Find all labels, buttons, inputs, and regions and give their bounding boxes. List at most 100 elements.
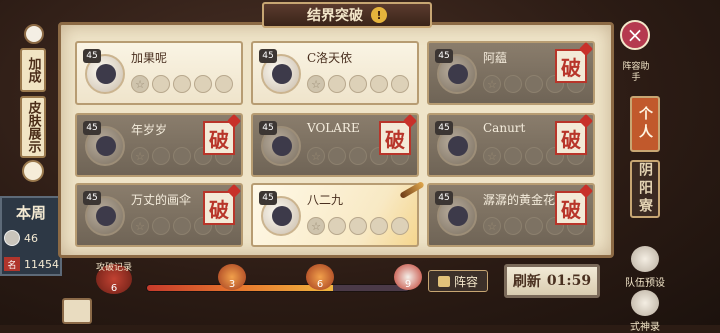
empty-slot: [152, 75, 170, 93]
lineup-lock-button[interactable]: 阵容: [428, 270, 488, 292]
mask-icon: [24, 24, 44, 44]
empty-slot: [328, 75, 346, 93]
lock-icon: [437, 275, 450, 287]
avatar-face: [272, 136, 292, 156]
empty-slot: [391, 217, 409, 235]
page-title: 结界突破 !: [262, 2, 432, 28]
coin-row: 46: [4, 228, 60, 248]
empty-slot: [525, 147, 543, 165]
avatar-face: [96, 206, 116, 226]
swirl-icon[interactable]: [22, 160, 44, 182]
empty-slot: [370, 217, 388, 235]
avatar-face: [448, 136, 468, 156]
level-badge: 45: [83, 191, 101, 205]
opponent-card[interactable]: 45 C洛天依 ☆: [251, 41, 419, 105]
player-name: C洛天依: [307, 51, 353, 65]
close-button[interactable]: ×: [620, 20, 650, 50]
opponent-card[interactable]: 45 潺潺的黄金花 ☆ 破: [427, 183, 595, 247]
coin-icon: [4, 230, 20, 246]
level-badge: 45: [83, 49, 101, 63]
opponent-grid: 45 加果呢 ☆ 45 C洛天依 ☆ 45 阿藴 ☆ 破 45 年岁岁 ☆ 破 45 VOLARE ☆ 破 45 Ca…: [58, 22, 614, 258]
empty-slot: [215, 75, 233, 93]
empty-slot: [349, 147, 367, 165]
level-badge: 45: [259, 121, 277, 135]
avatar-face: [448, 64, 468, 84]
empty-slot: [194, 75, 212, 93]
empty-slot: [525, 75, 543, 93]
opponent-card[interactable]: 45 Canurt ☆ 破: [427, 113, 595, 177]
shikigami-record-button[interactable]: 式神录: [620, 290, 670, 333]
level-badge: 45: [435, 49, 453, 63]
rank-icon: 名: [4, 257, 20, 271]
refresh-timer: 01:59: [546, 273, 592, 289]
milestone-count: 9: [404, 279, 412, 290]
break-record[interactable]: 6 攻破记录: [92, 263, 136, 298]
star-icon: ☆: [307, 75, 325, 93]
empty-slot: [349, 75, 367, 93]
rank-value: 11454: [24, 257, 59, 271]
tab-personal[interactable]: 个人: [630, 96, 660, 152]
level-badge: 45: [435, 191, 453, 205]
player-name: Canurt: [483, 121, 526, 135]
star-icon: ☆: [483, 217, 501, 235]
lineup-helper-button[interactable]: 阵容助手: [620, 62, 652, 84]
empty-slot: [173, 75, 191, 93]
po-stamp-icon: 破: [555, 191, 587, 225]
star-icon: ☆: [307, 147, 325, 165]
refresh-button[interactable]: 刷新 01:59: [504, 264, 600, 298]
alert-icon[interactable]: !: [371, 7, 387, 23]
team-preset-icon: [631, 246, 659, 272]
opponent-card[interactable]: 45 VOLARE ☆ 破: [251, 113, 419, 177]
star-icon: ☆: [131, 217, 149, 235]
milestone-reward[interactable]: 3: [216, 264, 248, 298]
reward-icon: 6: [306, 264, 334, 290]
empty-slot: [370, 75, 388, 93]
tab-guild[interactable]: 阴阳寮: [630, 160, 660, 218]
milestone-count: 3: [228, 279, 236, 290]
avatar-face: [96, 136, 116, 156]
opponent-card[interactable]: 45 万丈的画伞 ☆ 破: [75, 183, 243, 247]
star-icon: ☆: [483, 147, 501, 165]
scroll-icon[interactable]: [62, 298, 92, 324]
milestone-reward[interactable]: 6: [304, 264, 336, 298]
po-stamp-icon: 破: [379, 121, 411, 155]
star-icon: ☆: [307, 217, 325, 235]
po-stamp-icon: 破: [555, 49, 587, 83]
tab-skin-display[interactable]: 皮肤展示: [20, 96, 46, 158]
opponent-card[interactable]: 45 年岁岁 ☆ 破: [75, 113, 243, 177]
team-preset-label: 队伍预设: [625, 278, 665, 289]
refresh-label: 刷新: [512, 274, 541, 290]
star-icon: ☆: [131, 75, 149, 93]
record-value: 6: [110, 283, 118, 294]
empty-slot: [328, 217, 346, 235]
empty-slot: [504, 75, 522, 93]
shikigami-record-label: 式神录: [630, 322, 660, 333]
tab-bonus[interactable]: 加成: [20, 48, 46, 92]
week-label: 本周: [15, 204, 46, 222]
team-preset-button[interactable]: 队伍预设: [620, 246, 670, 289]
milestone-reward[interactable]: 9: [392, 264, 424, 298]
player-name: VOLARE: [307, 121, 360, 135]
brush-icon: [399, 180, 425, 200]
empty-slot: [349, 217, 367, 235]
reward-icon: 3: [218, 264, 246, 290]
empty-slot: [152, 217, 170, 235]
empty-slot: [152, 147, 170, 165]
break-progress-bar: [146, 284, 410, 292]
avatar-face: [272, 206, 292, 226]
opponent-card[interactable]: 45 加果呢 ☆: [75, 41, 243, 105]
star-icon: ☆: [483, 75, 501, 93]
level-badge: 45: [259, 191, 277, 205]
po-stamp-icon: 破: [203, 191, 235, 225]
opponent-card[interactable]: 45 八二九 ☆: [251, 180, 425, 247]
close-icon: ×: [626, 23, 644, 47]
opponent-card[interactable]: 45 阿藴 ☆ 破: [427, 41, 595, 105]
record-label: 攻破记录: [95, 263, 132, 273]
avatar-face: [448, 206, 468, 226]
level-badge: 45: [259, 49, 277, 63]
rank-row: 名 11454: [4, 254, 60, 274]
empty-slot: [504, 147, 522, 165]
avatar-face: [272, 64, 292, 84]
star-icon: ☆: [131, 147, 149, 165]
daruma-icon: 9: [394, 264, 422, 290]
